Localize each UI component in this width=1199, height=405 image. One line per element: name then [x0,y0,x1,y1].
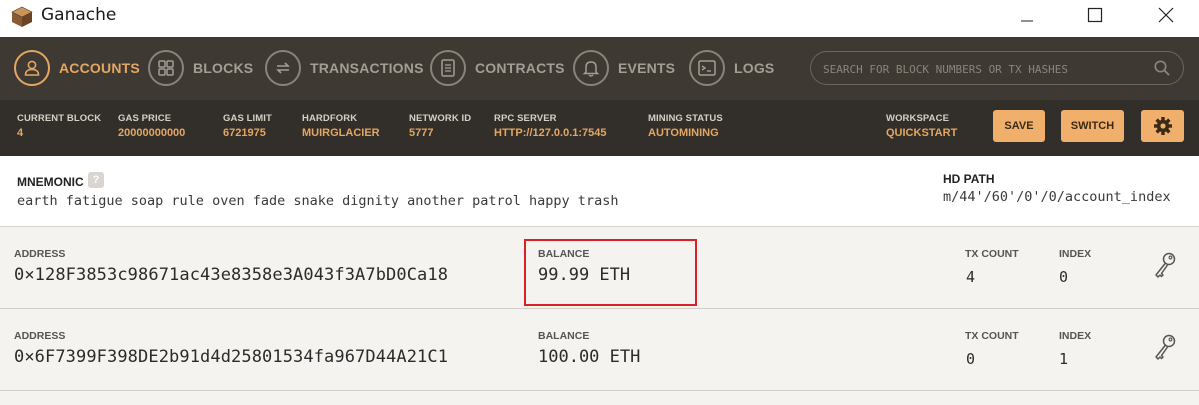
index-label: INDEX [1059,248,1092,260]
stat-gas-limit: GAS LIMIT 6721975 [223,113,272,140]
network-id-label: NETWORK ID [409,113,472,124]
tab-contracts-label: CONTRACTS [475,60,565,76]
close-icon [1158,7,1174,23]
tab-logs[interactable]: LOGS [689,50,774,86]
workspace-label: WORKSPACE [886,113,950,124]
balance-highlight-box [524,239,697,306]
balance-label: BALANCE [538,330,590,342]
account-row: ADDRESS 0×6F7399F398DE2b91d4d25801534fa9… [0,309,1199,391]
tx-count-value: 4 [966,268,976,286]
bell-icon [573,50,609,86]
account-address: 0×128F3853c98671ac43e8358e3A043f3A7bD0Ca… [14,265,449,285]
mining-status-value: AUTOMINING [648,127,719,139]
hd-path-label: HD PATH [943,172,995,186]
ganache-logo-icon [11,6,33,27]
tab-events[interactable]: EVENTS [573,50,675,86]
logs-icon [689,50,725,86]
transactions-icon [265,50,301,86]
index-value: 0 [1059,268,1069,286]
address-label: ADDRESS [14,248,66,260]
rpc-server-label: RPC SERVER [494,113,557,124]
stat-workspace: WORKSPACE QUICKSTART [886,113,957,140]
tx-count-label: TX COUNT [965,330,1019,342]
search-input[interactable] [823,60,1143,78]
stat-current-block: CURRENT BLOCK 4 [17,113,101,140]
save-button[interactable]: SAVE [993,110,1045,142]
account-address: 0×6F7399F398DE2b91d4d25801534fa967D44A21… [14,347,449,367]
stat-network-id: NETWORK ID 5777 [409,113,471,140]
account-row-partial [0,391,1199,405]
settings-button[interactable] [1141,110,1184,142]
hardfork-label: HARDFORK [302,113,358,124]
minimize-button[interactable] [1004,0,1050,30]
tab-blocks[interactable]: BLOCKS [148,50,253,86]
gas-limit-value: 6721975 [223,127,266,139]
maximize-button[interactable] [1072,0,1118,30]
network-id-value: 5777 [409,127,434,139]
stat-gas-price: GAS PRICE 20000000000 [118,113,185,140]
stat-mining-status: MINING STATUS AUTOMINING [648,113,723,140]
blocks-icon [148,50,184,86]
tab-accounts-label: ACCOUNTS [59,60,140,76]
gas-price-label: GAS PRICE [118,113,172,124]
mnemonic-panel: MNEMONIC ? earth fatigue soap rule oven … [0,156,1199,227]
tab-transactions[interactable]: TRANSACTIONS [265,50,424,86]
close-button[interactable] [1143,0,1189,30]
tab-events-label: EVENTS [618,60,676,76]
app-title: Ganache [41,5,117,25]
title-bar: Ganache [0,0,1199,37]
tx-count-value: 0 [966,350,976,368]
key-icon[interactable] [1152,251,1178,281]
tab-logs-label: LOGS [734,60,775,76]
current-block-value: 4 [17,127,24,139]
main-nav: ACCOUNTS BLOCKS TRANSACTIONS CONTRACTS E… [0,37,1199,100]
gas-price-value: 20000000000 [118,127,186,139]
minimize-icon [1021,20,1033,22]
tab-transactions-label: TRANSACTIONS [310,60,424,76]
tx-count-label: TX COUNT [965,248,1019,260]
gas-limit-label: GAS LIMIT [223,113,272,124]
gear-icon [1153,117,1172,135]
search-box [810,51,1184,85]
account-icon [14,50,50,86]
maximize-icon [1087,7,1103,23]
mining-status-label: MINING STATUS [648,113,723,124]
tab-contracts[interactable]: CONTRACTS [430,50,565,86]
account-row: ADDRESS 0×128F3853c98671ac43e8358e3A043f… [0,227,1199,309]
current-block-label: CURRENT BLOCK [17,113,102,124]
stat-hardfork: HARDFORK MUIRGLACIER [302,113,380,140]
account-balance: 100.00 ETH [538,347,641,367]
key-icon[interactable] [1152,333,1178,363]
status-bar: CURRENT BLOCK 4 GAS PRICE 20000000000 GA… [0,100,1199,156]
rpc-server-value: HTTP://127.0.0.1:7545 [494,127,607,139]
stat-rpc-server: RPC SERVER HTTP://127.0.0.1:7545 [494,113,607,140]
contracts-icon [430,50,466,86]
help-icon[interactable]: ? [88,172,104,188]
mnemonic-words: earth fatigue soap rule oven fade snake … [17,193,619,209]
switch-button[interactable]: SWITCH [1061,110,1124,142]
hardfork-value: MUIRGLACIER [302,127,380,139]
workspace-value: QUICKSTART [886,127,958,139]
search-icon[interactable] [1153,59,1171,77]
mnemonic-label: MNEMONIC [17,175,84,189]
address-label: ADDRESS [14,330,66,342]
hd-path-value: m/44'/60'/0'/0/account_index [943,189,1171,205]
tab-blocks-label: BLOCKS [193,60,254,76]
index-value: 1 [1059,350,1069,368]
tab-accounts[interactable]: ACCOUNTS [14,50,140,86]
index-label: INDEX [1059,330,1092,342]
